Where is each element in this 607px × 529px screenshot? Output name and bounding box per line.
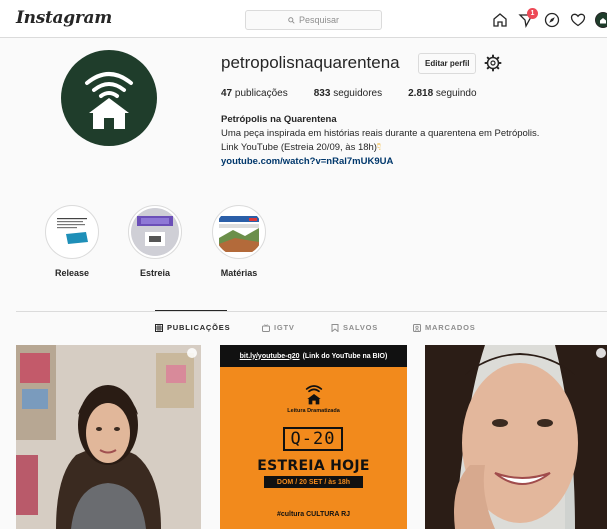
post-thumbnail-1[interactable] (16, 345, 201, 529)
release-document-icon (57, 218, 88, 244)
explore-icon[interactable] (541, 9, 563, 31)
igtv-icon (262, 323, 270, 332)
bookmark-icon (331, 323, 339, 332)
followers-count[interactable]: 833 seguidores (314, 88, 382, 99)
house-wifi-icon (85, 72, 133, 129)
nav-icons: 1 (485, 8, 607, 31)
grid-icon (155, 323, 163, 332)
highlight-thumbnail (131, 208, 179, 256)
poster-link-note: (Link do YouTube na BIO) (302, 352, 388, 360)
woman-selfie-image (16, 345, 201, 529)
direct-icon[interactable]: 1 (515, 8, 538, 31)
poster-title: Q-20 (283, 427, 343, 451)
posts-count: 47 publicações (221, 88, 288, 99)
search-input[interactable]: Pesquisar (245, 10, 382, 30)
search-icon (288, 16, 295, 24)
following-count[interactable]: 2.818 seguindo (408, 88, 476, 99)
highlight-ring (212, 205, 266, 259)
house-wifi-icon (305, 385, 323, 405)
tab-marcados[interactable]: MARCADOS (413, 323, 476, 332)
woman-smiling-image (425, 345, 607, 529)
post-thumbnail-2[interactable]: bit.ly/youtube-q20 (Link do YouTube na B… (220, 345, 407, 529)
notification-badge: 1 (527, 8, 538, 19)
tab-publicacoes[interactable]: PUBLICAÇÕES (155, 323, 230, 332)
profile-bio: Petrópolis na Quarentena Uma peça inspir… (221, 113, 539, 169)
highlight-label: Estreia (139, 268, 171, 278)
highlight-label: Matérias (220, 268, 258, 278)
top-navigation-bar: Instagram Pesquisar 1 (0, 0, 607, 38)
countdown-poster-icon (137, 216, 173, 246)
instagram-logo[interactable]: Instagram (16, 8, 112, 28)
tagged-icon (413, 323, 421, 332)
active-tab-indicator (155, 310, 227, 311)
poster-top-banner: bit.ly/youtube-q20 (Link do YouTube na B… (220, 345, 407, 367)
highlight-thumbnail (215, 208, 263, 256)
bio-line-2: Link YouTube (Estreia 20/09, às 18h)👇︎ (221, 142, 382, 153)
pointing-down-icon: 👇︎ (376, 142, 382, 153)
highlight-ring (45, 205, 99, 259)
settings-gear-icon[interactable] (484, 54, 502, 72)
profile-username: petropolisnaquarentena (221, 53, 400, 72)
tab-salvos[interactable]: SALVOS (331, 323, 378, 332)
heart-icon[interactable] (567, 9, 589, 31)
highlight-materias[interactable]: Matérias (209, 205, 269, 278)
tabs-divider (16, 311, 607, 312)
tab-label: MARCADOS (425, 323, 476, 332)
tab-igtv[interactable]: IGTV (262, 323, 295, 332)
tab-label: PUBLICAÇÕES (167, 323, 231, 332)
poster-premiere-text: ESTREIA HOJE (257, 458, 370, 474)
highlight-ring (128, 205, 182, 259)
profile-full-name: Petrópolis na Quarentena (221, 114, 337, 125)
home-icon[interactable] (489, 9, 511, 31)
poster-sponsors: #cultura CULTURA RJ (276, 511, 351, 518)
tab-label: SALVOS (343, 323, 379, 332)
bio-line-1: Uma peça inspirada em histórias reais du… (221, 128, 540, 139)
highlight-label: Release (54, 268, 90, 278)
poster-link: bit.ly/youtube-q20 (239, 352, 300, 360)
highlight-estreia[interactable]: Estreia (125, 205, 185, 278)
edit-profile-button[interactable]: Editar perfil (418, 53, 477, 74)
news-article-icon (219, 216, 259, 252)
profile-stats: 47 publicações 833 seguidores 2.818 segu… (221, 88, 503, 99)
house-wifi-icon (600, 18, 606, 24)
highlight-release[interactable]: Release (42, 205, 102, 278)
profile-avatar[interactable] (595, 12, 607, 28)
search-placeholder: Pesquisar (298, 15, 340, 25)
tab-label: IGTV (274, 323, 295, 332)
profile-picture[interactable] (61, 50, 157, 146)
highlight-thumbnail (48, 208, 96, 256)
poster-date: DOM / 20 SET / às 18h (264, 476, 363, 488)
bio-link[interactable]: youtube.com/watch?v=nRal7mUK9UA (221, 155, 539, 169)
post-thumbnail-3[interactable] (425, 345, 607, 529)
poster-subtitle: Leitura Dramatizada (287, 408, 340, 414)
